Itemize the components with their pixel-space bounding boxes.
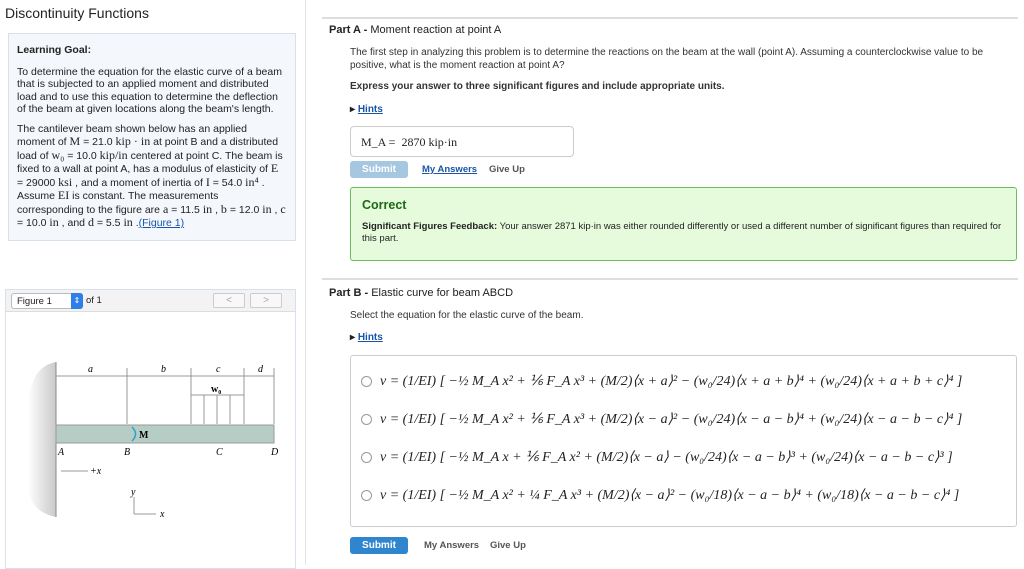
part-a-title: Part A - Moment reaction at point A [329,24,502,36]
beam [55,424,275,444]
problem-text: = 21.0 [80,136,116,148]
part-b-title: Part B - Elastic curve for beam ABCD [329,287,514,299]
give-up-link[interactable]: Give Up [490,540,526,551]
problem-text: = 12.0 [226,203,263,216]
label-A: A [57,447,65,458]
problem-text: = 54.0 [209,176,246,189]
label-D: D [270,447,279,458]
part-b-submit-button[interactable]: Submit [350,537,408,554]
problem-text: = 11.5 [168,203,203,216]
option-4[interactable]: v = (1/EI) [ −½ M_A x² + ¼ F_A x³ + (M/2… [361,476,1006,514]
options-list: v = (1/EI) [ −½ M_A x² + ⅙ F_A x³ + (M/2… [350,355,1017,527]
option-equation: v = (1/EI) [ −½ M_A x² + ¼ F_A x³ + (M/2… [380,487,960,503]
problem-text: , and [58,217,88,229]
option-equation: v = (1/EI) [ −½ M_A x + ⅙ F_A x² + (M/2)… [380,449,953,465]
math-symbol: in⁴ [245,174,259,189]
feedback-title: Correct [362,198,407,212]
part-a-instruction: Express your answer to three significant… [350,81,725,92]
beam-diagram: a b c d w₀ M A B C D +x y x [28,362,279,520]
label-plus-x: +x [90,466,102,477]
figure-toolbar: Figure 1 ⇕ of 1 < > [6,290,295,312]
give-up-link[interactable]: Give Up [489,164,525,175]
problem-text: = 29000 [17,176,59,189]
label-C: C [216,447,223,458]
math-symbol: in [123,215,133,229]
wall [28,362,56,517]
math-symbol: kip/in [99,147,128,162]
option-equation: v = (1/EI) [ −½ M_A x² + ⅙ F_A x³ + (M/2… [380,373,963,389]
answer-input[interactable]: M_A = 2870 kip·in [350,126,574,157]
feedback-box: Correct Significant Figures Feedback: Yo… [350,187,1017,261]
label-d: d [258,364,264,375]
label-M: M [139,430,149,441]
answer-value: 2870 kip·in [401,135,458,149]
radio-button[interactable] [361,375,372,387]
figure-select[interactable]: Figure 1 ⇕ [11,293,83,309]
problem-statement: The cantilever beam shown below has an a… [17,123,287,230]
feedback-text: Significant Figures Feedback: Your answe… [362,221,1002,244]
figure-count: of 1 [86,295,102,306]
figure-1-link[interactable]: (Figure 1) [139,217,185,229]
label-b: b [161,364,166,375]
next-figure-button[interactable]: > [250,293,282,308]
math-symbol: EI [57,188,70,202]
figure-select-value: Figure 1 [17,296,52,307]
math-symbol: c [280,201,286,216]
math-symbol: in [202,201,213,216]
label-c: c [216,364,221,375]
radio-button[interactable] [361,451,372,463]
select-arrows-icon: ⇕ [71,293,83,309]
option-3[interactable]: v = (1/EI) [ −½ M_A x + ⅙ F_A x² + (M/2)… [361,438,1006,476]
math-symbol: kip · in [115,134,151,148]
problem-text: , and a moment of inertia of [72,176,206,189]
part-b-prompt: Select the equation for the elastic curv… [350,310,584,321]
math-symbol: w₀ [51,147,65,162]
option-1[interactable]: v = (1/EI) [ −½ M_A x² + ⅙ F_A x³ + (M/2… [361,362,1006,400]
answer-label: M_A = [361,135,396,149]
figure-panel: Figure 1 ⇕ of 1 < > a b c d w₀ M A B C D … [5,289,296,569]
hints-link[interactable]: Hints [358,104,383,115]
math-symbol: in [49,215,59,229]
part-a-submit-button[interactable]: Submit [350,161,408,178]
label-x: x [159,509,165,520]
part-a-prompt: The first step in analyzing this problem… [350,47,984,71]
part-a-hints[interactable]: ▸ Hints [350,104,383,115]
learning-goal-heading: Learning Goal: [17,44,92,56]
learning-goal-box: Learning Goal: To determine the equation… [8,33,296,241]
option-2[interactable]: v = (1/EI) [ −½ M_A x² + ⅙ F_A x³ + (M/2… [361,400,1006,438]
math-symbol: ksi [58,174,73,189]
my-answers-link[interactable]: My Answers [422,164,477,175]
page-title: Discontinuity Functions [5,5,149,21]
problem-text: = 10.0 [64,149,100,162]
problem-text: , [212,203,221,216]
prev-figure-button[interactable]: < [213,293,245,308]
label-y: y [130,487,136,498]
part-b-hints[interactable]: ▸ Hints [350,332,383,343]
problem-text: = 10.0 [17,217,50,229]
hints-link[interactable]: Hints [358,332,383,343]
radio-button[interactable] [361,489,372,501]
math-symbol: M [69,134,81,148]
radio-button[interactable] [361,413,372,425]
divider [322,278,1018,280]
math-symbol: E [270,161,279,175]
label-w0: w₀ [211,384,221,395]
divider [322,17,1018,19]
option-equation: v = (1/EI) [ −½ M_A x² + ⅙ F_A x³ + (M/2… [380,411,963,427]
label-B: B [124,447,130,458]
learning-goal-text: To determine the equation for the elasti… [17,65,282,116]
problem-text: = 5.5 [93,217,124,229]
math-symbol: in [262,201,272,216]
label-a: a [88,364,93,375]
my-answers-link[interactable]: My Answers [424,540,479,551]
